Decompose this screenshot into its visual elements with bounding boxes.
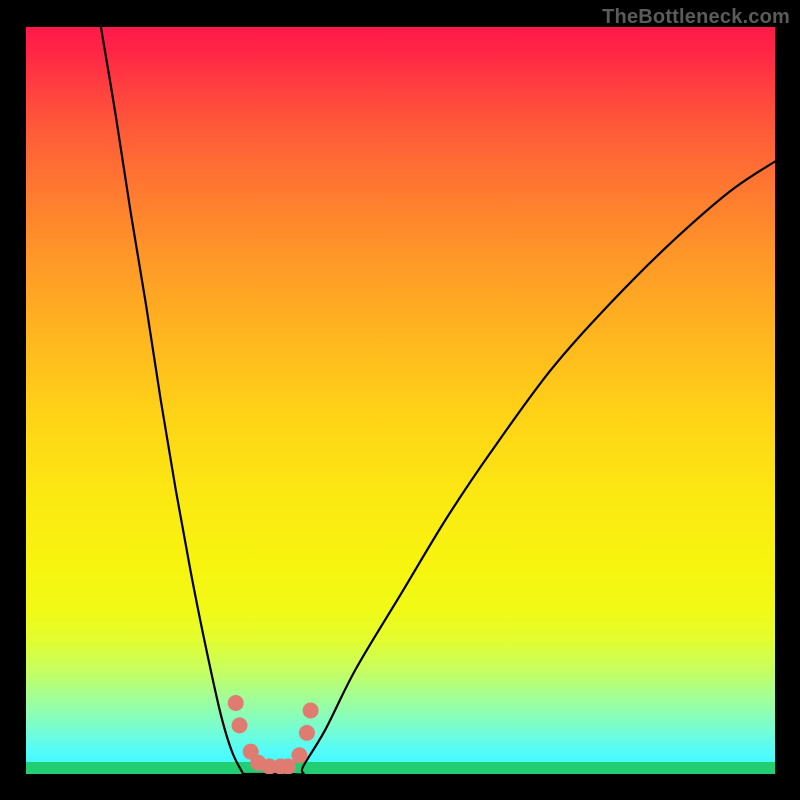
chart-frame: TheBottleneck.com bbox=[0, 0, 800, 800]
bottleneck-curve bbox=[101, 27, 775, 774]
valley-marker bbox=[232, 717, 248, 733]
curve-layer bbox=[26, 27, 775, 774]
valley-marker bbox=[299, 725, 315, 741]
watermark-text: TheBottleneck.com bbox=[602, 6, 790, 29]
valley-marker bbox=[291, 747, 307, 763]
valley-marker bbox=[228, 695, 244, 711]
valley-marker bbox=[303, 703, 319, 719]
